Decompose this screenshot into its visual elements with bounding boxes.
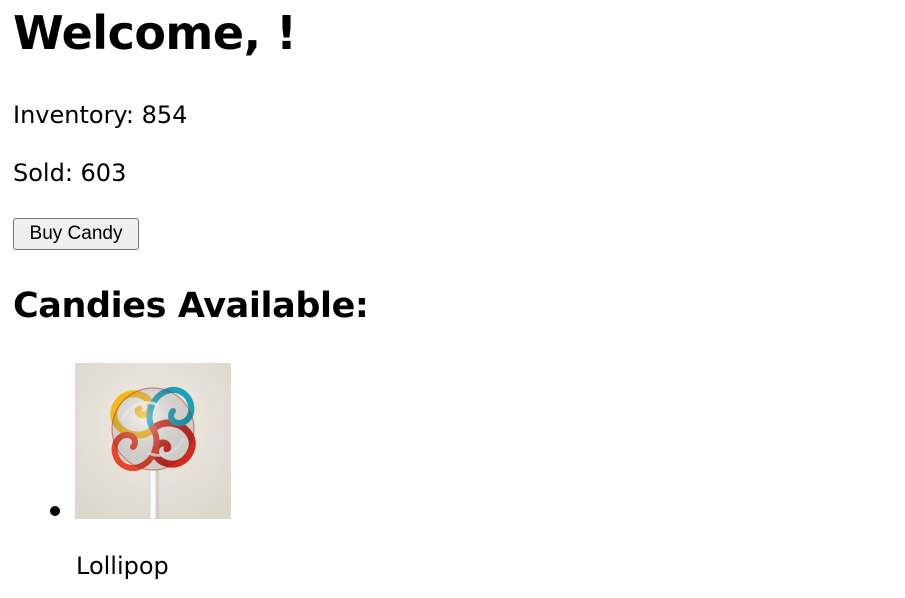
sold-count: Sold: 603 [13,159,127,187]
lollipop-icon [75,363,231,519]
candy-name: Lollipop [76,552,169,580]
candies-heading: Candies Available: [13,286,369,326]
lollipop-image [75,363,231,519]
welcome-heading: Welcome, ! [13,6,297,60]
inventory-count: Inventory: 854 [13,101,188,129]
bullet-icon [50,506,60,516]
buy-candy-button[interactable]: Buy Candy [13,218,139,250]
